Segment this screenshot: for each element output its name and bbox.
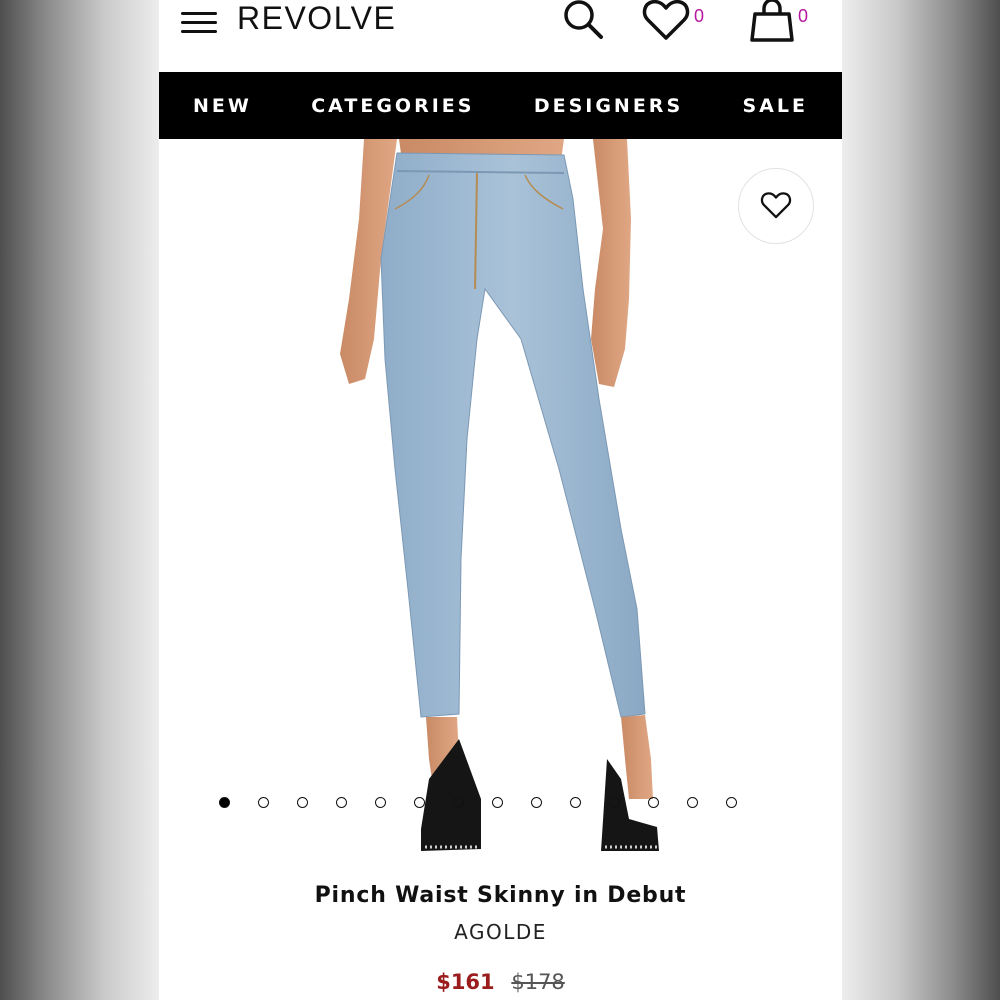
wishlist-count: 0 bbox=[694, 6, 705, 26]
left-backdrop bbox=[0, 0, 159, 1000]
gallery-dot[interactable] bbox=[336, 797, 347, 808]
cart-button[interactable] bbox=[749, 0, 795, 44]
nav-item-sale[interactable]: SALE bbox=[743, 95, 808, 117]
gallery-dot[interactable] bbox=[453, 797, 464, 808]
gallery-dot[interactable] bbox=[726, 797, 737, 808]
brand-logo[interactable]: REVOLVE bbox=[237, 0, 396, 36]
search-button[interactable] bbox=[559, 0, 607, 46]
right-backdrop bbox=[842, 0, 1000, 1000]
nav-item-designers[interactable]: DESIGNERS bbox=[534, 95, 683, 117]
gallery-dot[interactable] bbox=[609, 797, 620, 808]
shopping-bag-icon bbox=[750, 0, 794, 42]
nav-item-new[interactable]: NEW bbox=[193, 95, 252, 117]
search-icon bbox=[564, 0, 603, 39]
gallery-pagination bbox=[219, 797, 789, 811]
phone-screen: REVOLVE 0 0 NEW CATEGORIES DESIGNERS SAL… bbox=[159, 0, 842, 1000]
category-nav: NEW CATEGORIES DESIGNERS SALE bbox=[159, 72, 842, 139]
gallery-dot[interactable] bbox=[492, 797, 503, 808]
app-header: REVOLVE 0 0 bbox=[159, 0, 842, 72]
gallery-dot[interactable] bbox=[531, 797, 542, 808]
gallery-dot[interactable] bbox=[570, 797, 581, 808]
price-block: $161 $178 bbox=[159, 970, 842, 994]
wishlist-button[interactable] bbox=[641, 0, 691, 44]
gallery-dot[interactable] bbox=[258, 797, 269, 808]
product-photo bbox=[340, 139, 659, 851]
gallery-dot[interactable] bbox=[687, 797, 698, 808]
product-image-gallery[interactable] bbox=[159, 139, 842, 869]
sale-price: $161 bbox=[436, 970, 495, 994]
original-price: $178 bbox=[511, 970, 565, 994]
gallery-dot[interactable] bbox=[375, 797, 386, 808]
product-brand[interactable]: AGOLDE bbox=[159, 920, 842, 944]
product-name: Pinch Waist Skinny in Debut bbox=[314, 883, 687, 908]
heart-icon bbox=[642, 0, 690, 40]
cart-count: 0 bbox=[798, 6, 809, 26]
heart-outline-icon bbox=[760, 192, 792, 219]
favorite-button[interactable] bbox=[738, 168, 814, 244]
gallery-dot[interactable] bbox=[648, 797, 659, 808]
gallery-dot[interactable] bbox=[297, 797, 308, 808]
nav-item-categories[interactable]: CATEGORIES bbox=[311, 95, 474, 117]
hamburger-menu-icon[interactable] bbox=[181, 10, 217, 34]
gallery-dot[interactable] bbox=[414, 797, 425, 808]
gallery-dot[interactable] bbox=[219, 797, 230, 808]
